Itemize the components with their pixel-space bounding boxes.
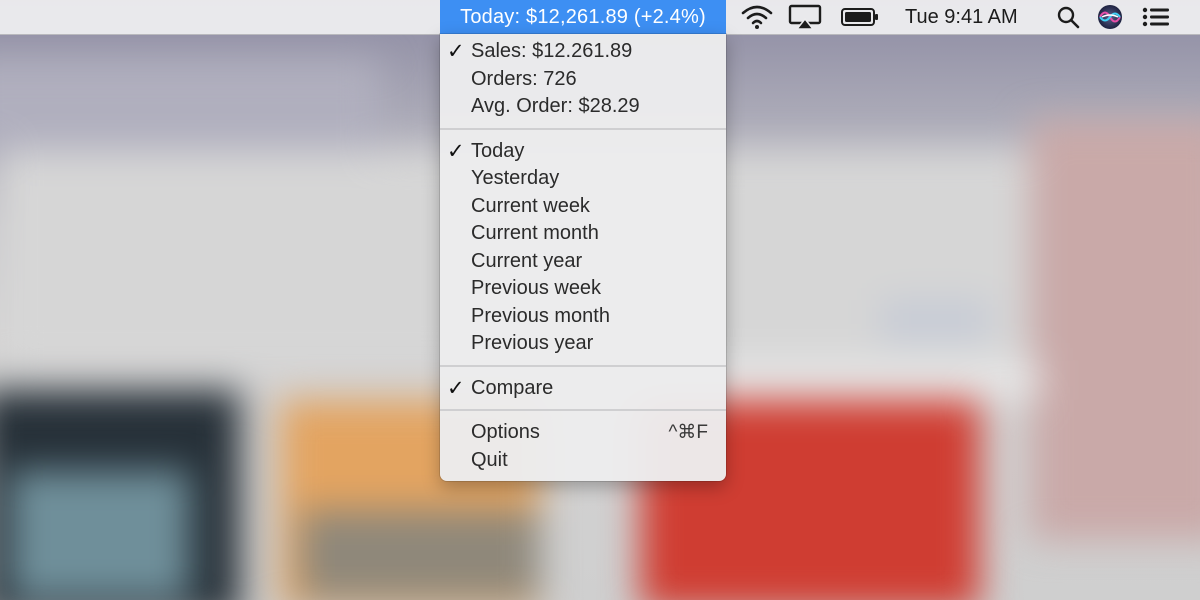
menu-item-label: Sales: $12.261.89 — [471, 40, 633, 62]
status-dropdown-menu: ✓ Sales: $12.261.89 Orders: 726 Avg. Ord… — [440, 34, 726, 481]
menu-item-label: Yesterday — [471, 167, 560, 189]
sales-status-item[interactable]: Today: $12,261.89 (+2.4%) — [440, 0, 726, 34]
menu-item-label: Orders: 726 — [471, 67, 577, 90]
menu-item-label: Previous year — [471, 332, 594, 354]
menu-item-sales[interactable]: ✓ Sales: $12.261.89 — [440, 38, 726, 66]
checkmark-icon: ✓ — [447, 376, 465, 400]
menu-bar: Today: $12,261.89 (+2.4%) Tue 9:41 AM — [0, 0, 1200, 35]
menu-item-label: Avg. Order: $28.29 — [471, 95, 640, 117]
desktop: Today: $12,261.89 (+2.4%) Tue 9:41 AM ✓ … — [0, 0, 1200, 600]
menu-item-label: Previous week — [471, 277, 602, 299]
checkmark-icon: ✓ — [447, 40, 465, 63]
menu-item-label: Today — [471, 139, 525, 162]
menu-item-current-month[interactable]: Current month — [440, 220, 726, 248]
menu-item-label: Quit — [471, 448, 508, 471]
menu-item-label: Previous month — [471, 304, 610, 327]
menu-item-label: Current month — [471, 222, 599, 244]
airplay-icon[interactable] — [788, 4, 822, 30]
menu-item-label: Current year — [471, 249, 583, 272]
menu-item-label: Current week — [471, 194, 590, 217]
spotlight-search-icon[interactable] — [1055, 4, 1081, 30]
menu-item-today[interactable]: ✓ Today — [440, 138, 726, 166]
menu-item-label: Options — [471, 421, 540, 443]
menu-item-avg-order[interactable]: Avg. Order: $28.29 — [440, 93, 726, 121]
siri-icon[interactable] — [1096, 4, 1124, 30]
menu-separator — [440, 127, 726, 130]
menu-item-compare[interactable]: ✓ Compare — [440, 375, 726, 403]
menu-item-current-year[interactable]: Current year — [440, 248, 726, 276]
menu-separator — [440, 409, 726, 411]
menu-bar-clock[interactable]: Tue 9:41 AM — [905, 0, 1018, 34]
keyboard-shortcut: ^⌘F — [668, 422, 708, 443]
menu-separator — [440, 364, 726, 367]
menu-item-previous-week[interactable]: Previous week — [440, 275, 726, 303]
menu-item-options[interactable]: Options ^⌘F — [440, 419, 726, 447]
menu-item-quit[interactable]: Quit — [440, 447, 726, 475]
menu-item-previous-month[interactable]: Previous month — [440, 303, 726, 331]
menu-item-label: Compare — [471, 376, 554, 399]
wifi-icon[interactable] — [738, 4, 776, 30]
notification-center-icon[interactable] — [1140, 4, 1172, 30]
menu-item-current-week[interactable]: Current week — [440, 193, 726, 221]
battery-icon[interactable] — [840, 4, 880, 30]
checkmark-icon: ✓ — [447, 139, 465, 163]
menu-item-yesterday[interactable]: Yesterday — [440, 165, 726, 193]
menu-item-previous-year[interactable]: Previous year — [440, 330, 726, 358]
menu-item-orders[interactable]: Orders: 726 — [440, 66, 726, 94]
